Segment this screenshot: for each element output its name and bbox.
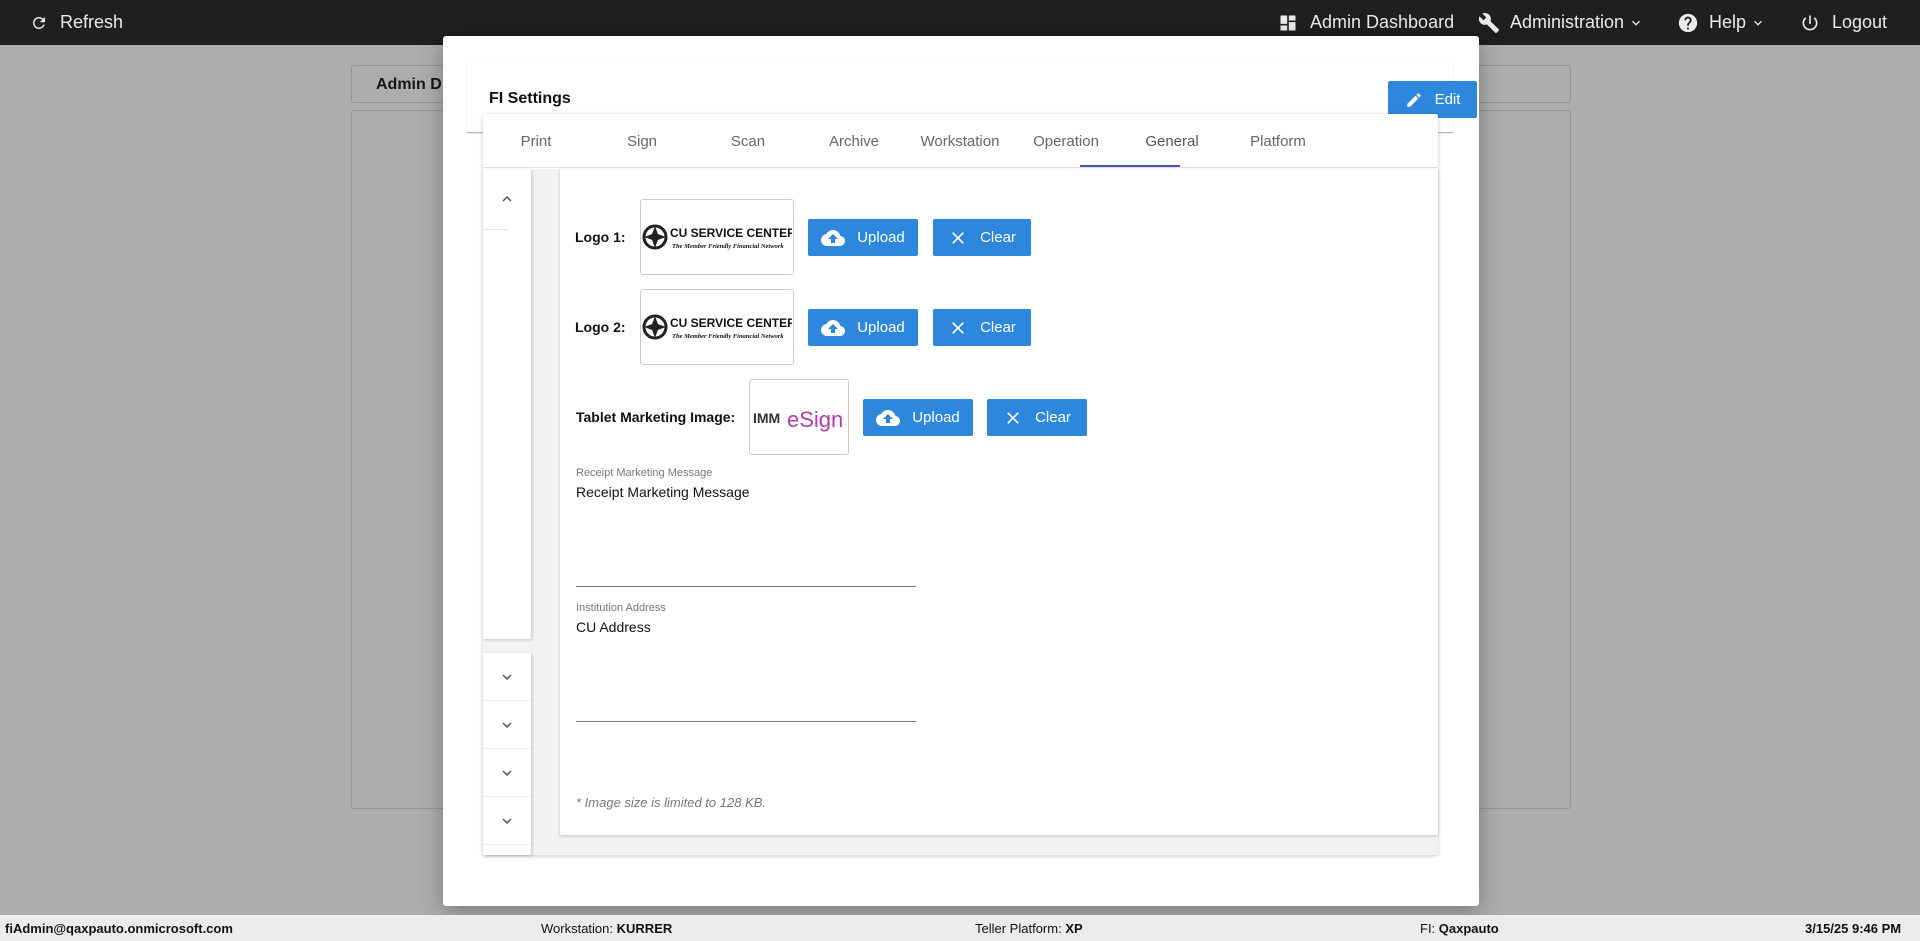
tab-operation[interactable]: Operation bbox=[1013, 114, 1119, 168]
cloud-upload-icon bbox=[821, 319, 846, 336]
logo2-upload-button[interactable]: Upload bbox=[808, 309, 918, 346]
logo1-text-main: CU SERVICE CENTERS bbox=[670, 226, 792, 240]
rail-divider bbox=[483, 229, 507, 230]
institution-address-underline bbox=[576, 721, 916, 722]
receipt-message-textarea[interactable]: Receipt Marketing Message bbox=[576, 484, 750, 500]
help-menu[interactable]: Help bbox=[1677, 0, 1766, 45]
refresh-label: Refresh bbox=[60, 12, 124, 32]
logo1-label: Logo 1: bbox=[575, 229, 626, 245]
expand-button-1[interactable] bbox=[483, 653, 531, 701]
edit-label: Edit bbox=[1434, 91, 1461, 108]
close-icon bbox=[952, 231, 964, 244]
logo2-text-main: CU SERVICE CENTERS bbox=[670, 316, 792, 330]
logo2-text-sub: The Member Friendly Financial Network bbox=[672, 333, 784, 340]
tablet-img-text-right: eSign bbox=[787, 407, 843, 432]
administration-menu[interactable]: Administration bbox=[1478, 0, 1644, 45]
close-icon bbox=[1007, 411, 1019, 424]
logo2-label: Logo 2: bbox=[575, 319, 626, 335]
close-icon bbox=[952, 321, 964, 334]
logo2-preview: CU SERVICE CENTERS The Member Friendly F… bbox=[640, 289, 794, 365]
tab-workstation[interactable]: Workstation bbox=[907, 114, 1013, 168]
logout-button[interactable]: Logout bbox=[1800, 0, 1887, 45]
receipt-message-label: Receipt Marketing Message bbox=[576, 467, 713, 479]
tab-print[interactable]: Print bbox=[483, 114, 589, 168]
general-settings-panel: Logo 1: CU SERVICE CENTERS The Member Fr… bbox=[560, 169, 1438, 835]
help-icon bbox=[1678, 13, 1698, 32]
cu-service-centers-logo: CU SERVICE CENTERS The Member Friendly F… bbox=[642, 224, 792, 250]
tablet-clear-button[interactable]: Clear bbox=[987, 399, 1087, 436]
active-tab-indicator bbox=[1080, 165, 1180, 167]
scroll-up-button[interactable] bbox=[483, 176, 531, 222]
settings-tabs: Print Sign Scan Archive Workstation Oper… bbox=[483, 114, 1438, 168]
tab-archive[interactable]: Archive bbox=[801, 114, 907, 168]
power-icon bbox=[1802, 15, 1818, 30]
chevron-down-icon bbox=[502, 721, 512, 728]
tablet-img-text-left: IMM bbox=[753, 410, 780, 426]
tablet-image-preview: IMM eSign bbox=[749, 379, 849, 455]
logo2-clear-button[interactable]: Clear bbox=[933, 309, 1031, 346]
chevron-down-icon bbox=[1632, 20, 1641, 26]
tablet-image-label: Tablet Marketing Image: bbox=[576, 409, 736, 425]
cloud-upload-icon bbox=[821, 229, 846, 246]
refresh-icon bbox=[32, 16, 45, 29]
chevron-down-icon bbox=[502, 673, 512, 680]
wrench-icon bbox=[1478, 12, 1500, 33]
side-rail-top bbox=[483, 169, 531, 639]
status-user: fiAdmin@qaxpauto.onmicrosoft.com bbox=[5, 921, 233, 936]
institution-address-label: Institution Address bbox=[576, 602, 666, 614]
expand-button-2[interactable] bbox=[483, 701, 531, 749]
edit-button[interactable]: Edit bbox=[1388, 81, 1477, 118]
administration-label: Administration bbox=[1510, 12, 1625, 32]
chevron-up-icon bbox=[502, 196, 512, 202]
tab-scan[interactable]: Scan bbox=[695, 114, 801, 168]
status-fi: FI: Qaxpauto bbox=[1420, 921, 1499, 936]
pencil-icon bbox=[1406, 92, 1421, 107]
status-datetime: 3/15/25 9:46 PM bbox=[1805, 921, 1902, 936]
institution-address-textarea[interactable]: CU Address bbox=[576, 619, 651, 635]
status-bar: fiAdmin@qaxpauto.onmicrosoft.com Worksta… bbox=[0, 915, 1920, 941]
status-workstation: Workstation: KURRER bbox=[541, 921, 673, 936]
side-rail-bottom bbox=[483, 653, 531, 855]
receipt-message-underline bbox=[576, 586, 916, 587]
status-teller-platform: Teller Platform: XP bbox=[975, 921, 1083, 936]
imm-esign-logo: IMM eSign bbox=[753, 407, 843, 432]
logout-label: Logout bbox=[1832, 12, 1888, 32]
cloud-upload-icon bbox=[876, 409, 901, 426]
modal-title: FI Settings bbox=[489, 90, 571, 107]
logo1-clear-button[interactable]: Clear bbox=[933, 219, 1031, 256]
tab-content-area: Logo 1: CU SERVICE CENTERS The Member Fr… bbox=[483, 169, 1438, 855]
image-size-note: * Image size is limited to 128 KB. bbox=[576, 795, 767, 810]
dashboard-icon bbox=[1280, 15, 1296, 30]
help-label: Help bbox=[1709, 12, 1747, 32]
logo1-text-sub: The Member Friendly Financial Network bbox=[672, 243, 784, 250]
admin-dashboard-label: Admin Dashboard bbox=[1310, 12, 1455, 32]
tab-sign[interactable]: Sign bbox=[589, 114, 695, 168]
cu-service-centers-logo: CU SERVICE CENTERS The Member Friendly F… bbox=[642, 314, 792, 340]
tab-platform[interactable]: Platform bbox=[1225, 114, 1331, 168]
tablet-upload-button[interactable]: Upload bbox=[863, 399, 973, 436]
chevron-down-icon bbox=[1754, 20, 1763, 26]
fi-settings-modal: FI Settings Edit Print Sign Scan Archive… bbox=[443, 36, 1479, 906]
chevron-down-icon bbox=[502, 817, 512, 824]
logo1-upload-button[interactable]: Upload bbox=[808, 219, 918, 256]
settings-card: Print Sign Scan Archive Workstation Oper… bbox=[483, 114, 1438, 855]
tab-general[interactable]: General bbox=[1119, 114, 1225, 168]
expand-button-3[interactable] bbox=[483, 749, 531, 797]
chevron-down-icon bbox=[502, 769, 512, 776]
refresh-button[interactable]: Refresh bbox=[30, 0, 123, 45]
expand-button-4[interactable] bbox=[483, 797, 531, 845]
logo1-preview: CU SERVICE CENTERS The Member Friendly F… bbox=[640, 199, 794, 275]
